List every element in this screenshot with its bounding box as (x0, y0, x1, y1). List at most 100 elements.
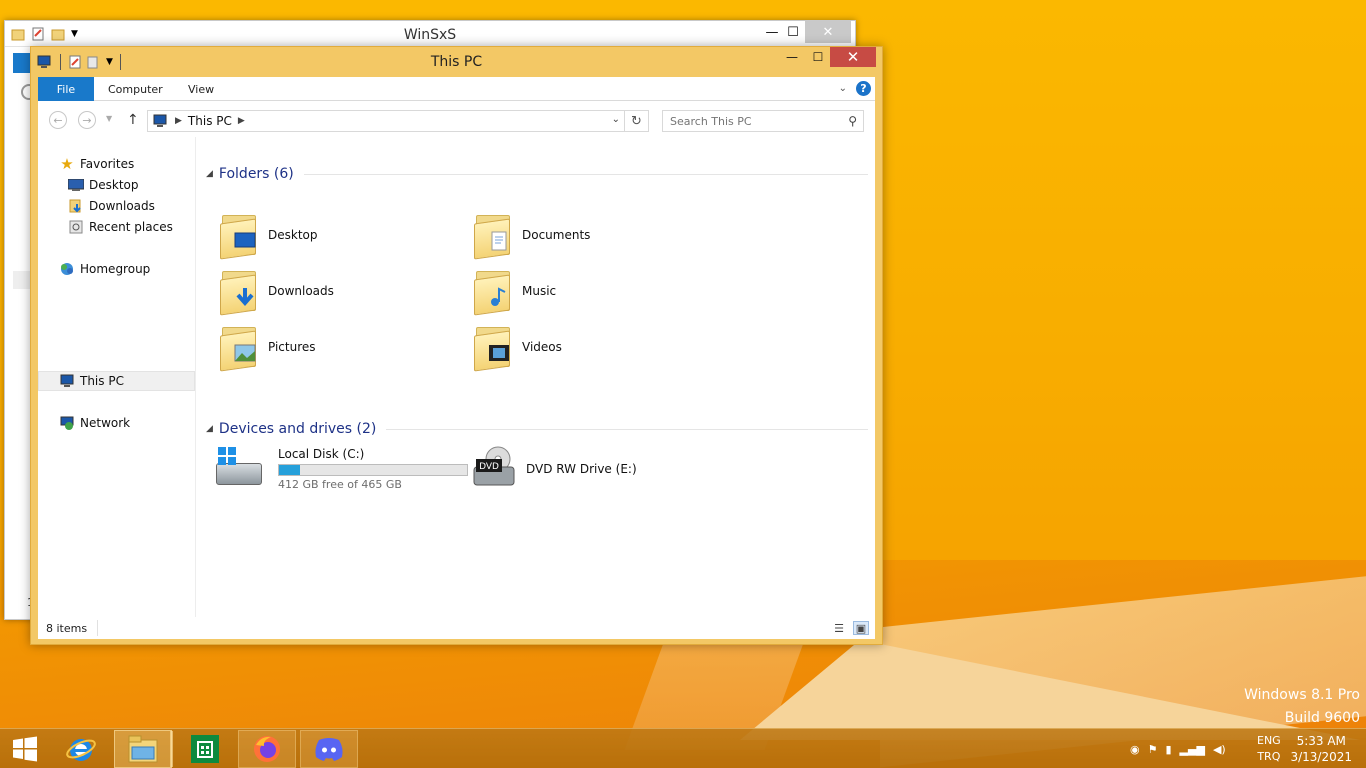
sidebar-item-label: Favorites (80, 157, 135, 171)
tab-file[interactable]: File (38, 77, 94, 101)
refresh-button[interactable]: ↻ (625, 110, 649, 132)
sidebar-item-label: Homegroup (80, 262, 151, 276)
discord-tray-icon[interactable]: ◉ (1130, 743, 1140, 756)
input-language-indicator[interactable]: ENG TRQ (1257, 733, 1281, 765)
group-divider (303, 173, 868, 175)
music-folder-icon (472, 267, 516, 316)
homegroup-icon (58, 261, 76, 277)
winsxs-maximize-button[interactable]: ☐ (781, 21, 805, 43)
volume-icon[interactable]: ◀) (1213, 743, 1226, 756)
desktop-folder-icon (218, 211, 262, 260)
windows-watermark: Windows 8.1 Pro Build 9600 (1244, 684, 1360, 730)
folder-music[interactable]: Music (472, 265, 556, 317)
taskbar-discord[interactable] (300, 730, 358, 768)
internet-explorer-icon (66, 739, 96, 761)
collapse-triangle-icon[interactable]: ◢ (206, 169, 213, 179)
close-button[interactable]: ✕ (830, 47, 876, 67)
hard-drive-icon (216, 445, 266, 493)
content-view: ◢ Folders (6) Desktop Documents Download… (206, 137, 870, 617)
recent-locations-icon[interactable]: ▼ (106, 114, 112, 123)
sidebar-item-downloads[interactable]: Downloads (38, 196, 195, 216)
sidebar-item-network[interactable]: Network (38, 413, 195, 433)
sidebar-item-label: This PC (80, 374, 124, 388)
taskbar-file-explorer[interactable] (114, 730, 172, 768)
large-icons-view-icon[interactable]: ▣ (853, 621, 869, 635)
winsxs-close-button[interactable]: ✕ (805, 21, 851, 43)
drive-local-disk[interactable]: Local Disk (C:) 412 GB free of 465 GB (216, 443, 468, 495)
back-button[interactable]: ← (49, 111, 67, 129)
folder-pictures[interactable]: Pictures (218, 321, 316, 373)
language-code: ENG (1257, 734, 1281, 747)
item-count: 8 items (46, 621, 88, 635)
firefox-icon (254, 736, 280, 762)
folder-label: Downloads (268, 284, 334, 298)
watermark-build: Build 9600 (1284, 710, 1360, 726)
sidebar-item-this-pc[interactable]: This PC (38, 371, 195, 391)
dvd-badge-text: DVD (479, 462, 499, 472)
status-separator (97, 620, 99, 636)
keyboard-layout: TRQ (1257, 750, 1281, 763)
address-bar[interactable]: ▶ This PC ▶ ⌄ (147, 110, 625, 132)
watermark-edition: Windows 8.1 Pro (1244, 687, 1360, 703)
sidebar-item-label: Network (80, 416, 131, 430)
search-box[interactable]: ⚲ (662, 110, 864, 132)
documents-folder-icon (472, 211, 516, 260)
sidebar-item-desktop[interactable]: Desktop (38, 175, 195, 195)
ribbon-tabs: File Computer View ⌄ ? (38, 77, 875, 101)
disk-usage-fill (279, 465, 301, 475)
folder-label: Music (522, 284, 557, 298)
taskbar-firefox[interactable] (238, 730, 296, 768)
expand-ribbon-icon[interactable]: ⌄ (839, 83, 847, 94)
clock-time: 5:33 AM (1296, 734, 1346, 748)
tab-view[interactable]: View (188, 77, 214, 101)
taskbar-store[interactable] (176, 730, 234, 768)
breadcrumb-this-pc[interactable]: This PC (188, 114, 232, 128)
desktop-icon (67, 177, 85, 193)
help-icon[interactable]: ? (856, 81, 871, 96)
signal-icon[interactable]: ▂▄▆ (1180, 743, 1205, 756)
taskbar-clock[interactable]: 5:33 AM 3/13/2021 (1290, 733, 1352, 765)
downloads-icon (67, 198, 85, 214)
address-dropdown-icon[interactable]: ⌄ (612, 114, 620, 125)
taskbar-stack-indicator (170, 731, 173, 767)
battery-icon[interactable]: ▮ (1165, 743, 1171, 756)
clock-date: 3/13/2021 (1290, 750, 1352, 764)
dvd-drive-icon: DVD (470, 445, 520, 493)
sidebar-item-favorites[interactable]: ★ Favorites (38, 154, 195, 174)
network-icon (58, 415, 76, 431)
group-title: Devices and drives (2) (218, 421, 377, 437)
folder-videos[interactable]: Videos (472, 321, 562, 373)
drive-dvd[interactable]: DVD DVD RW Drive (E:) (470, 443, 637, 495)
sidebar-item-recent-places[interactable]: Recent places (38, 217, 195, 237)
store-icon (191, 735, 219, 763)
details-view-icon[interactable]: ☰ (831, 621, 847, 635)
pictures-folder-icon (218, 323, 262, 372)
tab-computer[interactable]: Computer (108, 77, 163, 101)
folder-label: Desktop (268, 228, 318, 242)
search-input[interactable] (663, 111, 833, 131)
action-center-flag-icon[interactable]: ⚑ (1148, 743, 1158, 756)
up-button[interactable]: ↑ (127, 112, 139, 128)
folder-documents[interactable]: Documents (472, 209, 590, 261)
search-icon[interactable]: ⚲ (848, 114, 857, 128)
folder-desktop[interactable]: Desktop (218, 209, 318, 261)
this-pc-window[interactable]: ▼ This PC — ☐ ✕ File Computer View ⌄ ? ←… (30, 46, 883, 645)
sidebar-item-homegroup[interactable]: Homegroup (38, 259, 195, 279)
breadcrumb-chevron-icon[interactable]: ▶ (175, 116, 182, 126)
folder-label: Videos (522, 340, 562, 354)
disk-free-space: 412 GB free of 465 GB (278, 478, 402, 491)
winsxs-titlebar[interactable]: ▼ WinSxS — ☐ ✕ (5, 21, 855, 47)
folder-downloads[interactable]: Downloads (218, 265, 334, 317)
folders-group-header[interactable]: ◢ Folders (6) (206, 164, 868, 184)
folder-label: Pictures (268, 340, 316, 354)
drives-group-header[interactable]: ◢ Devices and drives (2) (206, 419, 868, 439)
group-divider (386, 428, 868, 430)
forward-button[interactable]: → (78, 111, 96, 129)
collapse-triangle-icon[interactable]: ◢ (206, 424, 213, 434)
taskbar-internet-explorer[interactable] (52, 730, 110, 768)
this-pc-titlebar[interactable]: ▼ This PC — ☐ ✕ (31, 47, 882, 76)
drive-label: DVD RW Drive (E:) (526, 462, 637, 476)
breadcrumb-chevron-icon[interactable]: ▶ (238, 116, 245, 126)
navigation-pane: ★ Favorites Desktop Downloads Recent pla… (38, 137, 196, 617)
start-button[interactable] (0, 730, 50, 768)
